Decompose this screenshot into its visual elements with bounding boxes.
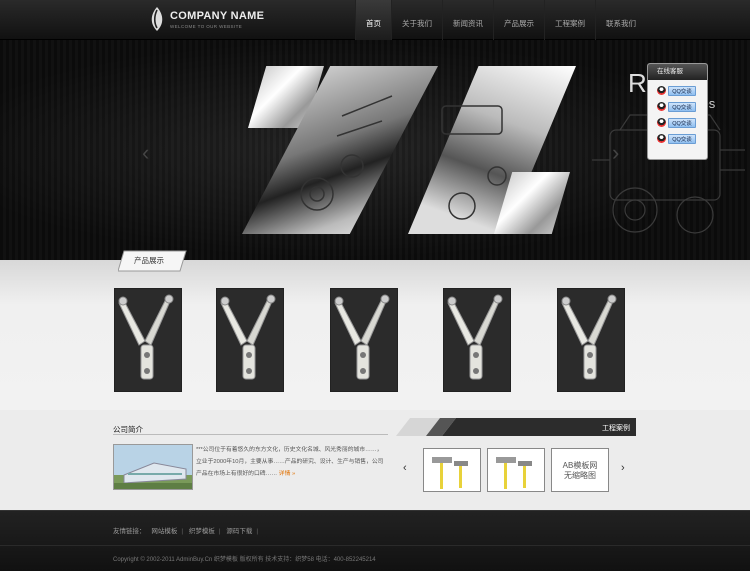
site-header: COMPANY NAME WELCOME TO OUR WEBSITE 首页 关… <box>0 0 750 40</box>
qq-penguin-icon <box>657 134 666 143</box>
site-footer: 友情链接： 网站模板 | 织梦模板 | 源码下载 | Copyright © 2002… <box>0 510 750 571</box>
product-thumbnail[interactable] <box>114 288 182 392</box>
link-separator: | <box>256 528 259 535</box>
no-thumbnail-placeholder: AB模板网 无缩略图 <box>552 449 608 481</box>
placeholder-line-2: 无缩略图 <box>564 471 596 480</box>
about-more-link[interactable]: 详情 » <box>279 471 295 477</box>
hinge-product-image <box>217 289 283 391</box>
banner-prev-arrow[interactable]: ‹ <box>142 140 149 166</box>
link-separator: | <box>181 528 184 535</box>
about-and-cases-section: 公司简介 ***公司位于有着悠久的东方文化，历史文化名城、风光秀丽的城市……，立… <box>0 410 750 510</box>
case-thumbnail[interactable] <box>423 448 481 492</box>
qq-chat-button[interactable]: QQ交谈 <box>657 101 707 112</box>
friend-link[interactable]: 源码下载 <box>226 528 252 535</box>
product-thumbnail[interactable] <box>557 288 625 392</box>
link-separator: | <box>218 528 221 535</box>
qq-penguin-icon <box>657 118 666 127</box>
hinge-product-image <box>444 289 510 391</box>
qq-chat-label: QQ交谈 <box>668 133 696 144</box>
company-tagline: WELCOME TO OUR WEBSITE <box>170 24 243 29</box>
about-summary: ***公司位于有着悠久的东方文化，历史文化名城、风光秀丽的城市……，立业于200… <box>196 444 386 480</box>
case-thumbnail[interactable] <box>487 448 545 492</box>
cases-title: 工程案例 <box>602 425 630 432</box>
cases-header-bar <box>396 418 636 436</box>
hinge-product-image <box>331 289 397 391</box>
nav-item-home[interactable]: 首页 <box>355 0 391 40</box>
qq-chat-label: QQ交谈 <box>668 117 696 128</box>
friend-links: 友情链接： 网站模板 | 织梦模板 | 源码下载 | <box>113 525 258 535</box>
nav-item-cases[interactable]: 工程案例 <box>544 0 595 40</box>
hero-banner: ‹ › RICA ores <box>0 40 750 260</box>
building-photo <box>114 445 192 489</box>
company-logo[interactable]: COMPANY NAME WELCOME TO OUR WEBSITE <box>148 6 278 36</box>
nav-item-about[interactable]: 关于我们 <box>391 0 442 40</box>
leaf-logo-icon <box>151 7 163 31</box>
hinge-product-image <box>558 289 624 391</box>
nav-item-contact[interactable]: 联系我们 <box>595 0 646 40</box>
qq-penguin-icon <box>657 86 666 95</box>
qq-chat-button[interactable]: QQ交谈 <box>657 117 707 128</box>
engine-detail-graphic <box>300 95 507 220</box>
company-name: COMPANY NAME <box>170 10 265 22</box>
friend-links-label: 友情链接： <box>113 528 146 535</box>
hinge-product-image <box>115 289 181 391</box>
online-service-panel: 在线客服 QQ交谈 QQ交谈 QQ交谈 QQ交谈 <box>647 63 708 160</box>
product-section: 产品展示 <box>0 250 750 410</box>
footer-divider <box>0 545 750 546</box>
product-section-title: 产品展示 <box>134 256 164 265</box>
friend-link[interactable]: 网站模板 <box>151 528 177 535</box>
product-section-tab: 产品展示 <box>118 250 188 272</box>
product-thumbnail[interactable] <box>216 288 284 392</box>
main-nav: 首页 关于我们 新闻资讯 产品展示 工程案例 联系我们 <box>355 0 646 40</box>
qq-chat-button[interactable]: QQ交谈 <box>657 133 707 144</box>
qq-penguin-icon <box>657 102 666 111</box>
product-thumbnail[interactable] <box>443 288 511 392</box>
product-thumbnail[interactable] <box>330 288 398 392</box>
hammer-image <box>432 457 468 489</box>
case-thumbnail[interactable]: AB模板网 无缩略图 <box>551 448 609 492</box>
online-service-title: 在线客服 <box>648 64 707 80</box>
cases-prev-arrow[interactable]: ‹ <box>403 462 407 474</box>
nav-item-news[interactable]: 新闻资讯 <box>442 0 493 40</box>
copyright-text: Copyright © 2002-2011 AdminBuy.Cn 织梦模板 版… <box>113 557 376 563</box>
friend-link[interactable]: 织梦模板 <box>189 528 215 535</box>
placeholder-line-1: AB模板网 <box>562 461 598 470</box>
about-divider <box>113 434 388 435</box>
company-building-image <box>113 444 193 490</box>
cases-next-arrow[interactable]: › <box>621 462 625 474</box>
qq-chat-label: QQ交谈 <box>668 101 696 112</box>
nav-item-products[interactable]: 产品展示 <box>493 0 544 40</box>
banner-next-arrow[interactable]: › <box>612 140 619 166</box>
hammer-image <box>496 457 532 489</box>
qq-chat-button[interactable]: QQ交谈 <box>657 85 707 96</box>
qq-chat-label: QQ交谈 <box>668 85 696 96</box>
